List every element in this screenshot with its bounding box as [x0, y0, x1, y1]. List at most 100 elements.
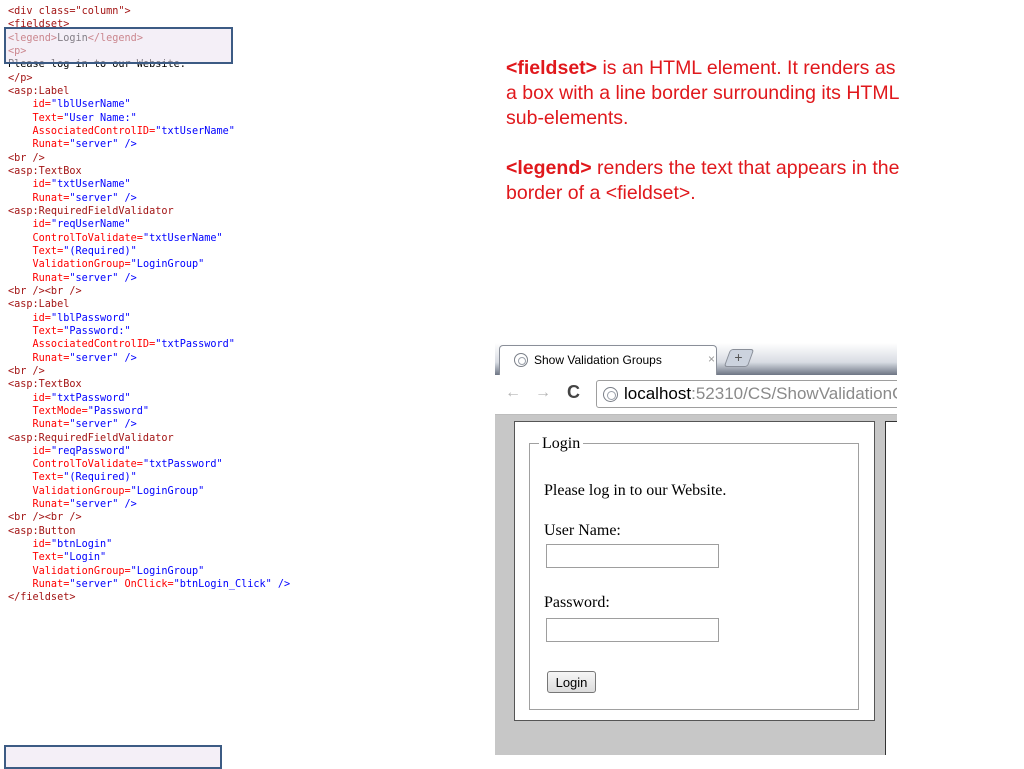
code-token: "lblUserName" [50, 99, 131, 111]
code-token: id= [8, 392, 51, 404]
code-line: <asp:Button [8, 525, 478, 538]
code-line: <br /> [8, 152, 478, 165]
code-token: Text= [8, 112, 64, 124]
address-bar[interactable]: localhost:52310/CS/ShowValidationGroups.… [596, 380, 897, 408]
code-token: Runat= [8, 419, 70, 431]
back-arrow-icon[interactable]: ← [505, 384, 521, 402]
code-token: "User Name:" [63, 112, 137, 124]
tab-title: Show Validation Groups [534, 353, 662, 367]
code-token: id= [8, 312, 51, 324]
code-token: ValidationGroup= [8, 259, 131, 271]
new-tab-button[interactable]: + [723, 349, 755, 367]
legend-term: <legend> [506, 157, 592, 179]
password-input[interactable] [546, 618, 719, 642]
code-line: ValidationGroup="LoginGroup" [8, 258, 478, 271]
code-line: Text="(Required)" [8, 471, 478, 484]
tab-show-validation-groups[interactable]: Show Validation Groups × [499, 345, 717, 375]
code-listing: <div class="column"><fieldset><legend>Lo… [8, 5, 478, 765]
code-token: id= [8, 445, 51, 457]
code-line: <asp:Label [8, 298, 478, 311]
code-token: <asp:TextBox [8, 379, 82, 391]
code-line: AssociatedControlID="txtUserName" [8, 125, 478, 138]
code-token: id= [8, 539, 51, 551]
code-line: id="btnLogin" [8, 538, 478, 551]
explanation-text: <fieldset> is an HTML element. It render… [506, 56, 906, 231]
code-token: "txtUserName" [155, 125, 235, 137]
fieldset-close-highlight [4, 745, 222, 769]
code-token: <asp:RequiredFieldValidator [8, 205, 174, 217]
code-token: <br /> [8, 152, 45, 164]
code-line: Text="Login" [8, 551, 478, 564]
code-line: id="lblPassword" [8, 312, 478, 325]
code-line: ValidationGroup="LoginGroup" [8, 485, 478, 498]
code-token: Text= [8, 245, 64, 257]
code-token: <br /><br /> [8, 285, 82, 297]
globe-icon [514, 353, 528, 367]
code-token: Runat= [8, 272, 70, 284]
code-token: Text= [8, 472, 64, 484]
url-path: :52310/CS/ShowValidationGroups.aspx [691, 384, 897, 403]
code-token: id= [8, 179, 51, 191]
close-icon[interactable]: × [708, 352, 715, 366]
code-token: <asp:RequiredFieldValidator [8, 432, 174, 444]
code-token: TextMode= [8, 405, 88, 417]
code-token: "server" /> [69, 192, 137, 204]
code-token: <br /> [8, 365, 45, 377]
code-token: Runat= [8, 352, 70, 364]
username-label: User Name: [544, 522, 621, 539]
code-line: <br /><br /> [8, 285, 478, 298]
code-line: Runat="server" /> [8, 192, 478, 205]
code-line: ControlToValidate="txtUserName" [8, 232, 478, 245]
fieldset-explanation: <fieldset> is an HTML element. It render… [506, 56, 906, 131]
code-token: "Login" [63, 552, 107, 564]
code-line: <br /> [8, 365, 478, 378]
code-line: id="reqUserName" [8, 218, 478, 231]
code-token: ControlToValidate= [8, 232, 143, 244]
code-token: "reqPassword" [50, 445, 131, 457]
code-line: Runat="server" /> [8, 272, 478, 285]
url-text: localhost:52310/CS/ShowValidationGroups.… [624, 384, 897, 404]
code-token: "LoginGroup" [130, 485, 205, 497]
reload-icon[interactable]: C [567, 382, 580, 403]
code-token: "LoginGroup" [130, 259, 205, 271]
code-token: ControlToValidate= [8, 459, 143, 471]
code-line: <asp:Label [8, 85, 478, 98]
code-line: TextMode="Password" [8, 405, 478, 418]
code-line: Text="User Name:" [8, 112, 478, 125]
code-line: id="reqPassword" [8, 445, 478, 458]
code-line: <br /><br /> [8, 511, 478, 524]
code-line: id="txtPassword" [8, 392, 478, 405]
code-token: <div class="column"> [8, 6, 131, 17]
login-button[interactable]: Login [547, 671, 596, 693]
code-line: Runat="server" /> [8, 138, 478, 151]
code-line: id="txtUserName" [8, 178, 478, 191]
code-token: "Password:" [63, 325, 131, 337]
code-token: AssociatedControlID= [8, 125, 156, 137]
tab-bar: Show Validation Groups × + [495, 343, 897, 375]
code-line: <asp:RequiredFieldValidator [8, 432, 478, 445]
username-input[interactable] [546, 544, 719, 568]
code-token: "server" /> [69, 499, 137, 511]
code-line: </p> [8, 72, 478, 85]
code-token: <asp:Label [8, 299, 70, 311]
forward-arrow-icon[interactable]: → [535, 384, 551, 402]
password-label: Password: [544, 594, 610, 611]
code-token: "txtUserName" [142, 232, 223, 244]
code-token: "txtUserName" [50, 179, 131, 191]
code-token: "server" /> [69, 352, 137, 364]
code-token: </p> [8, 72, 33, 84]
globe-icon [603, 387, 618, 402]
url-host: localhost [624, 384, 692, 403]
second-column-box [885, 421, 897, 755]
code-token: "btnLogin_Click" /> [173, 579, 291, 591]
legend-explanation: <legend> renders the text that appears i… [506, 156, 906, 206]
code-line: <asp:RequiredFieldValidator [8, 205, 478, 218]
code-token: AssociatedControlID= [8, 339, 156, 351]
code-token: OnClick= [124, 579, 174, 591]
code-token: <br /><br /> [8, 512, 82, 524]
code-line: </fieldset> [8, 591, 478, 604]
code-token: "(Required)" [63, 472, 137, 484]
code-token: </fieldset> [8, 592, 76, 604]
code-token: ValidationGroup= [8, 485, 131, 497]
code-token: Runat= [8, 499, 70, 511]
